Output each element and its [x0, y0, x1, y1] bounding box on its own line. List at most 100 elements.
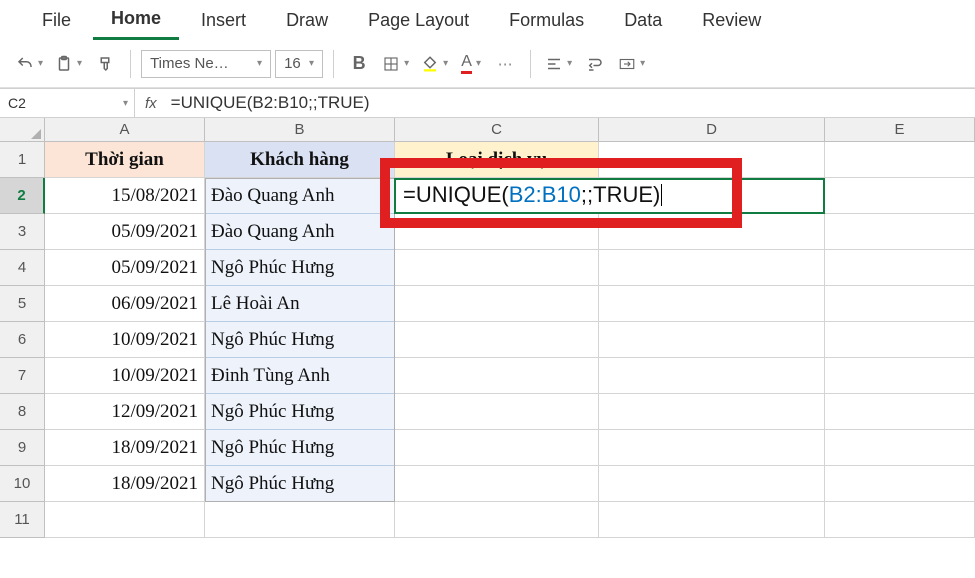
row-header[interactable]: 5: [0, 286, 45, 322]
font-family-select[interactable]: Times Ne… ▾: [141, 50, 271, 78]
cell[interactable]: Ngô Phúc Hưng: [205, 394, 395, 430]
cell[interactable]: [395, 358, 599, 394]
merge-button[interactable]: ▾: [614, 48, 649, 80]
cell[interactable]: [205, 502, 395, 538]
cell[interactable]: Ngô Phúc Hưng: [205, 466, 395, 502]
cell[interactable]: [825, 502, 975, 538]
font-family-label: Times Ne…: [150, 55, 229, 72]
cell[interactable]: [825, 286, 975, 322]
undo-button[interactable]: ▾: [12, 48, 47, 80]
row-header[interactable]: 8: [0, 394, 45, 430]
formula-text: =UNIQUE(B2:B10;;TRUE): [171, 93, 370, 113]
col-header-c[interactable]: C: [395, 118, 599, 142]
cell[interactable]: [395, 430, 599, 466]
cell[interactable]: [395, 394, 599, 430]
row-header[interactable]: 2: [0, 178, 45, 214]
cell[interactable]: Ngô Phúc Hưng: [205, 322, 395, 358]
cell[interactable]: 18/09/2021: [45, 430, 205, 466]
spreadsheet-grid: A B C D E 1 Thời gian Khách hàng Loại dị…: [0, 118, 975, 538]
tab-page-layout[interactable]: Page Layout: [350, 2, 487, 39]
table-row: 4 05/09/2021 Ngô Phúc Hưng: [0, 250, 975, 286]
row-header[interactable]: 4: [0, 250, 45, 286]
cell[interactable]: [825, 322, 975, 358]
cell[interactable]: [395, 286, 599, 322]
cell[interactable]: [599, 394, 825, 430]
col-header-b[interactable]: B: [205, 118, 395, 142]
cell[interactable]: [599, 250, 825, 286]
tab-draw[interactable]: Draw: [268, 2, 346, 39]
col-header-e[interactable]: E: [825, 118, 975, 142]
row-header[interactable]: 10: [0, 466, 45, 502]
wrap-text-button[interactable]: [580, 48, 610, 80]
cell[interactable]: 18/09/2021: [45, 466, 205, 502]
cell[interactable]: [599, 502, 825, 538]
row-header[interactable]: 11: [0, 502, 45, 538]
cell[interactable]: Ngô Phúc Hưng: [205, 250, 395, 286]
cell[interactable]: [825, 394, 975, 430]
cell[interactable]: Thời gian: [45, 142, 205, 178]
cell[interactable]: [599, 214, 825, 250]
chevron-down-icon: ▾: [640, 58, 645, 69]
cell[interactable]: [395, 322, 599, 358]
cell[interactable]: 10/09/2021: [45, 358, 205, 394]
cell[interactable]: [825, 358, 975, 394]
row-header[interactable]: 3: [0, 214, 45, 250]
toolbar: ▾ ▾ Times Ne… ▾ 16 ▾ B ▾ ▾ A ▾ ⋯ ▾ ▾: [0, 40, 975, 88]
cell[interactable]: [599, 358, 825, 394]
cell[interactable]: 06/09/2021: [45, 286, 205, 322]
cell[interactable]: [825, 250, 975, 286]
cell[interactable]: [395, 250, 599, 286]
cell[interactable]: Loại dịch vụ: [395, 142, 599, 178]
cell[interactable]: [395, 502, 599, 538]
tab-review[interactable]: Review: [684, 2, 779, 39]
paste-button[interactable]: ▾: [51, 48, 86, 80]
cell[interactable]: [825, 214, 975, 250]
row-header[interactable]: 1: [0, 142, 45, 178]
cell[interactable]: Ngô Phúc Hưng: [205, 430, 395, 466]
align-left-button[interactable]: ▾: [541, 48, 576, 80]
row-header[interactable]: 9: [0, 430, 45, 466]
col-header-d[interactable]: D: [599, 118, 825, 142]
cell[interactable]: [599, 286, 825, 322]
select-all-corner[interactable]: [0, 118, 45, 142]
tab-data[interactable]: Data: [606, 2, 680, 39]
cell[interactable]: [599, 430, 825, 466]
col-header-a[interactable]: A: [45, 118, 205, 142]
cell[interactable]: [825, 466, 975, 502]
row-header[interactable]: 6: [0, 322, 45, 358]
format-painter-button[interactable]: [90, 48, 120, 80]
font-size-select[interactable]: 16 ▾: [275, 50, 323, 78]
row-header[interactable]: 7: [0, 358, 45, 394]
cell[interactable]: 05/09/2021: [45, 250, 205, 286]
cell[interactable]: [395, 214, 599, 250]
cell[interactable]: [45, 502, 205, 538]
cell[interactable]: [599, 322, 825, 358]
cell[interactable]: [599, 466, 825, 502]
cell[interactable]: 12/09/2021: [45, 394, 205, 430]
cell[interactable]: Đào Quang Anh: [205, 214, 395, 250]
borders-button[interactable]: ▾: [378, 48, 413, 80]
cell[interactable]: [825, 430, 975, 466]
name-box[interactable]: C2 ▾: [0, 89, 135, 117]
bold-button[interactable]: B: [344, 48, 374, 80]
cell[interactable]: 10/09/2021: [45, 322, 205, 358]
tab-formulas[interactable]: Formulas: [491, 2, 602, 39]
formula-input[interactable]: =UNIQUE(B2:B10;;TRUE): [167, 93, 975, 113]
tab-home[interactable]: Home: [93, 0, 179, 40]
cell[interactable]: 05/09/2021: [45, 214, 205, 250]
tab-insert[interactable]: Insert: [183, 2, 264, 39]
cell[interactable]: [599, 142, 825, 178]
cell[interactable]: [825, 142, 975, 178]
tab-file[interactable]: File: [24, 2, 89, 39]
fill-color-button[interactable]: ▾: [417, 48, 452, 80]
cell[interactable]: [395, 466, 599, 502]
font-color-button[interactable]: A ▾: [456, 48, 486, 80]
cell[interactable]: Khách hàng: [205, 142, 395, 178]
cell[interactable]: Đinh Tùng Anh: [205, 358, 395, 394]
fx-icon[interactable]: fx: [135, 95, 167, 112]
cell[interactable]: Đào Quang Anh: [205, 178, 395, 214]
cell[interactable]: Lê Hoài An: [205, 286, 395, 322]
cell[interactable]: 15/08/2021: [45, 178, 205, 214]
more-font-button[interactable]: ⋯: [490, 48, 520, 80]
cell[interactable]: [825, 178, 975, 214]
